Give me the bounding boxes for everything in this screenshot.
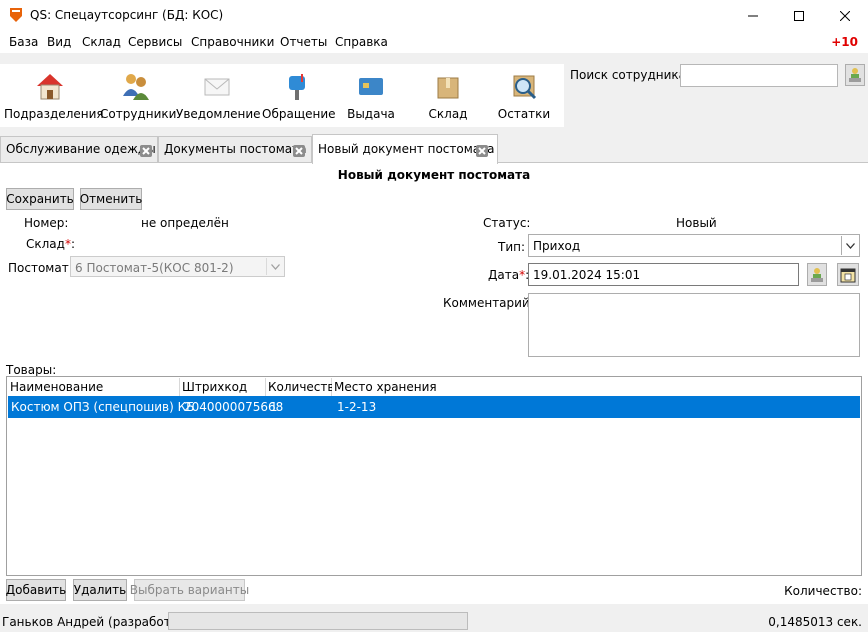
type-select-value: Приход bbox=[533, 239, 581, 253]
warehouse-label-text: Склад bbox=[26, 237, 65, 251]
cell-quantity: 1 bbox=[270, 400, 278, 414]
toolbar-departments-button[interactable]: Подразделения bbox=[4, 64, 104, 127]
tab-label: Обслуживание одежды bbox=[6, 142, 156, 156]
calendar-button[interactable] bbox=[837, 263, 859, 286]
toolbar-warehouse-label: Склад bbox=[428, 107, 468, 121]
chevron-down-icon bbox=[266, 258, 283, 275]
notifications-badge[interactable]: +10 bbox=[831, 35, 858, 49]
status-label: Статус: bbox=[483, 216, 531, 230]
comment-label: Комментарий: bbox=[443, 296, 534, 310]
column-header-quantity[interactable]: Количество bbox=[266, 378, 342, 396]
postomat-label: Постомат: bbox=[8, 261, 73, 275]
toolbar-stock-label: Остатки bbox=[497, 107, 551, 121]
goods-table[interactable]: Наименование Штрихкод Количество Место х… bbox=[6, 376, 862, 576]
tab-close-icon[interactable] bbox=[140, 145, 152, 157]
cell-name: Костюм ОПЗ (спецпошив) КБ bbox=[11, 400, 195, 414]
toolbar-departments-label: Подразделения bbox=[4, 107, 104, 121]
menu-baza[interactable]: База bbox=[9, 35, 38, 49]
maximize-icon bbox=[794, 10, 804, 21]
date-now-button[interactable] bbox=[807, 263, 827, 286]
toolbar-employees-label: Сотрудники bbox=[100, 107, 177, 121]
menu-references[interactable]: Справочники bbox=[191, 35, 274, 49]
label-colon: : bbox=[70, 237, 75, 251]
tab-label: Документы постомата bbox=[164, 142, 307, 156]
number-value: не определён bbox=[141, 216, 229, 230]
status-value: Новый bbox=[676, 216, 717, 230]
menu-reports[interactable]: Отчеты bbox=[280, 35, 327, 49]
close-icon bbox=[840, 10, 850, 21]
cancel-button[interactable]: Отменить bbox=[80, 188, 142, 210]
toolbar-request-label: Обращение bbox=[262, 107, 336, 121]
current-user: Ганьков Андрей (разработка) bbox=[2, 615, 191, 629]
table-row[interactable]: Костюм ОПЗ (спецпошив) КБ 2040000075668 … bbox=[8, 396, 860, 418]
close-button[interactable] bbox=[822, 0, 868, 31]
magnifier-icon bbox=[513, 75, 537, 100]
chevron-down-icon bbox=[841, 236, 858, 255]
maximize-button[interactable] bbox=[776, 0, 822, 31]
employee-search-input[interactable] bbox=[680, 64, 838, 87]
toolbar-request-button[interactable]: Обращение bbox=[262, 64, 336, 127]
comment-textarea[interactable] bbox=[528, 293, 860, 357]
toolbar-notification-label: Уведомление bbox=[176, 107, 261, 121]
window-title: QS: Спецаутсорсинг (БД: КОС) bbox=[30, 8, 224, 22]
column-header-location[interactable]: Место хранения bbox=[332, 378, 860, 396]
postomat-select-value: 6 Постомат-5(КОС 801-2) bbox=[75, 261, 234, 275]
document-tabs: Обслуживание одежды Документы постомата … bbox=[0, 134, 868, 164]
column-header-barcode[interactable]: Штрихкод bbox=[180, 378, 266, 396]
toolbar-stock-button[interactable]: Остатки bbox=[494, 64, 554, 127]
toolbar-notification-button[interactable]: Уведомление bbox=[176, 64, 261, 127]
tab-label: Новый документ постомата bbox=[318, 142, 495, 156]
employee-search-button[interactable] bbox=[845, 64, 865, 86]
toolbar-issue-button[interactable]: Выдача bbox=[340, 64, 402, 127]
mailbox-icon bbox=[289, 74, 305, 100]
delete-button[interactable]: Удалить bbox=[73, 579, 127, 601]
warehouse-label: Склад*: bbox=[26, 237, 75, 251]
postomat-select[interactable]: 6 Постомат-5(КОС 801-2) bbox=[70, 256, 285, 277]
person-stamp-icon bbox=[811, 267, 823, 282]
title-bar: QS: Спецаутсорсинг (БД: КОС) bbox=[0, 0, 868, 31]
minimize-icon bbox=[748, 15, 758, 16]
date-label: Дата*: bbox=[488, 268, 529, 282]
toolbar-warehouse-button[interactable]: Склад bbox=[418, 64, 478, 127]
date-input[interactable]: 19.01.2024 15:01 bbox=[528, 263, 799, 286]
box-icon bbox=[437, 77, 459, 99]
menu-services[interactable]: Сервисы bbox=[128, 35, 182, 49]
toolbar: Подразделения Сотрудники Уведомление Обр… bbox=[0, 64, 564, 127]
toolbar-issue-label: Выдача bbox=[347, 107, 395, 121]
card-icon bbox=[359, 78, 383, 95]
house-icon bbox=[37, 74, 63, 100]
execution-time: 0,1485013 сек. bbox=[768, 615, 862, 629]
cell-barcode: 2040000075668 bbox=[184, 400, 284, 414]
tab-close-icon[interactable] bbox=[293, 145, 305, 157]
tab-new-postomat-document[interactable]: Новый документ постомата bbox=[312, 134, 498, 164]
menu-bar: База Вид Склад Сервисы Справочники Отчет… bbox=[0, 31, 868, 53]
save-button[interactable]: Сохранить bbox=[6, 188, 74, 210]
date-label-text: Дата bbox=[488, 268, 520, 282]
tab-postomat-documents[interactable]: Документы постомата bbox=[158, 136, 312, 163]
menu-warehouse[interactable]: Склад bbox=[82, 35, 121, 49]
tab-clothing-service[interactable]: Обслуживание одежды bbox=[0, 136, 158, 163]
quantity-total-label: Количество: bbox=[784, 584, 862, 598]
type-label: Тип: bbox=[498, 240, 526, 254]
menu-help[interactable]: Справка bbox=[335, 35, 388, 49]
envelope-icon bbox=[204, 78, 230, 96]
cell-location: 1-2-13 bbox=[337, 400, 377, 414]
employee-search-label: Поиск сотрудника: bbox=[570, 68, 691, 82]
progress-bar bbox=[168, 612, 468, 630]
people-icon bbox=[123, 74, 149, 100]
goods-label: Товары: bbox=[6, 363, 57, 377]
number-label: Номер: bbox=[24, 216, 69, 230]
toolbar-employees-button[interactable]: Сотрудники bbox=[100, 64, 177, 127]
tab-close-icon[interactable] bbox=[476, 145, 488, 157]
person-stamp-icon bbox=[849, 68, 861, 82]
select-variants-button[interactable]: Выбрать варианты bbox=[130, 579, 249, 601]
add-button[interactable]: Добавить bbox=[6, 579, 66, 601]
type-select[interactable]: Приход bbox=[528, 234, 860, 257]
minimize-button[interactable] bbox=[730, 0, 776, 31]
column-header-name[interactable]: Наименование bbox=[8, 378, 180, 396]
app-shield-icon bbox=[10, 8, 22, 22]
menu-view[interactable]: Вид bbox=[47, 35, 71, 49]
calendar-icon bbox=[840, 268, 856, 282]
document-title: Новый документ постомата bbox=[337, 168, 531, 182]
